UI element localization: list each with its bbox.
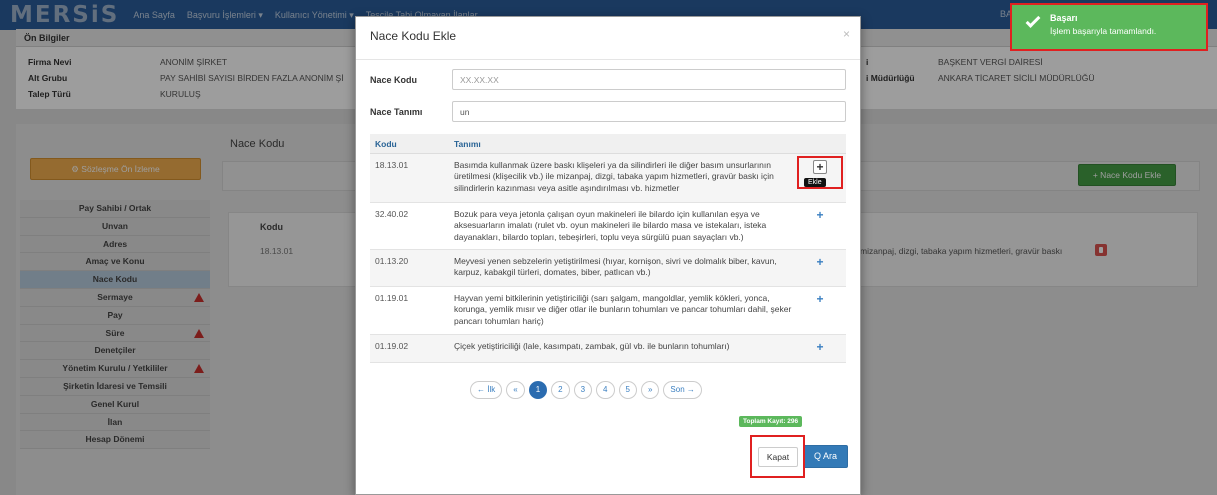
modal-divider	[356, 59, 860, 60]
search-button[interactable]: Q Ara	[803, 445, 848, 468]
page-prev[interactable]: «	[506, 381, 525, 399]
close-icon[interactable]: ×	[843, 27, 850, 41]
pagination: ← İlk « 1 2 3 4 5 » Son →	[470, 381, 702, 399]
page-last[interactable]: Son →	[663, 381, 702, 399]
page-3[interactable]: 3	[573, 381, 593, 399]
result-code: 32.40.02	[375, 209, 409, 219]
page-next[interactable]: »	[640, 381, 660, 399]
nace-tanimi-label: Nace Tanımı	[370, 107, 423, 117]
result-row: 01.13.20 Meyvesi yenen sebzelerin yetişt…	[370, 250, 846, 287]
nace-kodu-label: Nace Kodu	[370, 75, 418, 85]
add-icon[interactable]: +	[813, 256, 827, 270]
toast-title: Başarı	[1050, 13, 1078, 23]
column-tanimi: Tanımı	[454, 139, 481, 149]
page-1[interactable]: 1	[528, 381, 548, 399]
toast-message: İşlem başarıyla tamamlandı.	[1050, 26, 1157, 36]
page-first[interactable]: ← İlk	[470, 381, 503, 399]
success-toast: Başarı İşlem başarıyla tamamlandı.	[1010, 3, 1208, 51]
highlight-add-button	[797, 156, 843, 189]
result-row: 01.19.01 Hayvan yemi bitkilerinin yetişt…	[370, 287, 846, 335]
page-4[interactable]: 4	[596, 381, 615, 399]
highlight-close-button	[750, 435, 805, 478]
nace-results-table: Kodu Tanımı 18.13.01 Basımda kullanmak ü…	[370, 134, 846, 363]
result-description: Hayvan yemi bitkilerinin yetiştiriciliği…	[454, 293, 792, 326]
result-description: Meyvesi yenen sebzelerin yetiştirilmesi …	[454, 256, 777, 278]
results-table-header: Kodu Tanımı	[370, 134, 846, 154]
result-row: 01.19.02 Çiçek yetiştiriciliği (lale, ka…	[370, 335, 846, 363]
nace-kodu-input[interactable]	[452, 69, 846, 90]
page-2[interactable]: 2	[551, 381, 570, 399]
add-icon[interactable]: +	[813, 341, 827, 355]
result-code: 01.13.20	[375, 256, 409, 266]
check-icon	[1025, 13, 1041, 28]
page-5[interactable]: 5	[618, 381, 637, 399]
result-description: Basımda kullanmak üzere baskı klişeleri …	[454, 160, 774, 193]
add-icon[interactable]: +	[813, 293, 827, 307]
result-code: 01.19.01	[375, 293, 409, 303]
nace-tanimi-input[interactable]	[452, 101, 846, 122]
result-description: Çiçek yetiştiriciliği (lale, kasımpatı, …	[454, 341, 730, 351]
result-code: 01.19.02	[375, 341, 409, 351]
modal-title: Nace Kodu Ekle	[370, 29, 457, 43]
total-records-badge: Toplam Kayıt: 296	[739, 416, 803, 427]
result-row: 18.13.01 Basımda kullanmak üzere baskı k…	[370, 154, 846, 203]
result-description: Bozuk para veya jetonla çalışan oyun mak…	[454, 209, 767, 242]
add-icon[interactable]: +	[813, 209, 827, 223]
nace-add-modal: Nace Kodu Ekle × Nace Kodu Nace Tanımı K…	[355, 16, 861, 495]
result-code: 18.13.01	[375, 160, 409, 170]
result-row: 32.40.02 Bozuk para veya jetonla çalışan…	[370, 203, 846, 250]
column-kodu: Kodu	[375, 139, 397, 149]
